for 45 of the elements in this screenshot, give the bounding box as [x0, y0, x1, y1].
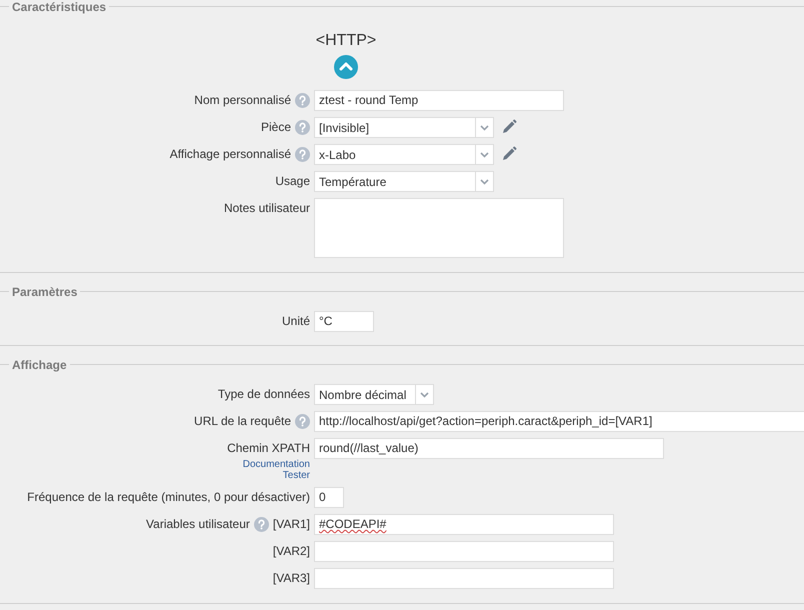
caret-icon	[480, 178, 489, 184]
field-label: Chemin XPATH	[227, 440, 310, 457]
text-field[interactable]: http://localhost/api/get?action=periph.caract&periph_id=[VAR1]	[314, 411, 804, 432]
help-link[interactable]: Documentation	[242, 459, 310, 470]
help-icon[interactable]	[254, 517, 269, 532]
section-title: Paramètres	[11, 284, 78, 298]
field-label: URL de la requête	[194, 413, 291, 430]
field-label: Pièce	[260, 119, 291, 136]
dropdown[interactable]: Température	[314, 171, 494, 192]
dropdown[interactable]: [Invisible]	[314, 117, 494, 138]
section-title: Affichage	[11, 358, 68, 372]
pencil-icon[interactable]	[501, 119, 517, 135]
text-field[interactable]: round(//last_value)	[314, 438, 664, 459]
text-field[interactable]: 0	[314, 487, 344, 508]
variable-label: [VAR3]	[272, 570, 310, 587]
caret-icon	[420, 392, 429, 398]
dropdown[interactable]: Nombre décimal	[314, 384, 434, 405]
field-label: Unité	[282, 313, 310, 330]
text-field[interactable]: °C	[314, 311, 374, 332]
caret-icon	[480, 152, 489, 158]
text-field[interactable]	[314, 568, 614, 589]
dropdown[interactable]: x-Labo	[314, 144, 494, 165]
collapse-icon[interactable]	[334, 55, 358, 79]
field-label: Usage	[275, 173, 310, 190]
field-label: Affichage personnalisé	[170, 146, 291, 163]
help-icon[interactable]	[295, 147, 310, 162]
pencil-icon[interactable]	[501, 146, 517, 162]
variable-label: [VAR2]	[272, 543, 310, 560]
text-field[interactable]: #CODEAPI#	[314, 514, 614, 535]
variable-label: [VAR1]	[272, 516, 310, 533]
caret-icon	[480, 124, 489, 130]
help-icon[interactable]	[295, 120, 310, 135]
field-label: Type de données	[218, 386, 310, 403]
help-icon[interactable]	[295, 414, 310, 429]
field-label: Fréquence de la requête (minutes, 0 pour désactiver)	[27, 489, 310, 506]
field-label: Nom personnalisé	[194, 92, 291, 109]
notes-field[interactable]	[314, 198, 564, 258]
field-label: Variables utilisateur	[146, 516, 250, 533]
text-field[interactable]: ztest - round Temp	[314, 90, 564, 111]
text-field[interactable]	[314, 541, 614, 562]
help-link[interactable]: Tester	[282, 470, 310, 481]
field-label: Notes utilisateur	[224, 200, 310, 217]
section-title: Caractéristiques	[11, 0, 108, 14]
help-icon[interactable]	[295, 93, 310, 108]
device-type-title: <HTTP>	[316, 32, 376, 50]
